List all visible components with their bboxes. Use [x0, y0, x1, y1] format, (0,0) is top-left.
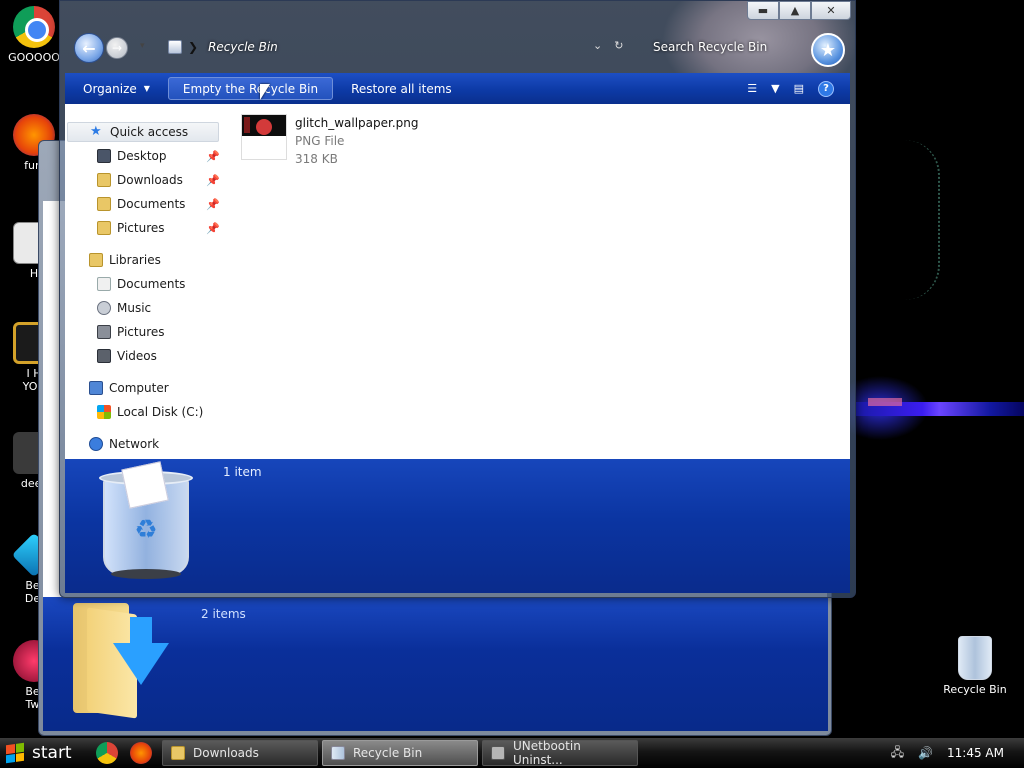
clock[interactable]: 11:45 AM	[947, 746, 1004, 760]
search-input[interactable]: Search Recycle Bin	[645, 35, 809, 59]
explorer-body: ★ Quick access Desktop 📌 Downloads 📌 Doc…	[65, 104, 850, 459]
network-icon	[89, 437, 103, 451]
nav-quick-pictures[interactable]: Pictures	[97, 218, 165, 238]
file-type: PNG File	[295, 134, 345, 148]
nav-library-music[interactable]: Music	[97, 298, 151, 318]
command-bar: Organize ▼ Empty the Recycle Bin Restore…	[65, 73, 850, 104]
glitch-artifact	[868, 398, 902, 406]
downloads-folder-icon	[73, 603, 169, 719]
wallpaper-silhouette	[870, 140, 940, 300]
recent-locations-chevron-icon[interactable]: ▾	[140, 41, 145, 51]
pictures-library-icon	[97, 325, 111, 339]
file-thumbnail	[241, 114, 287, 160]
recycle-bin-icon	[958, 636, 992, 680]
pin-icon[interactable]: 📌	[206, 174, 220, 187]
recycle-bin-window[interactable]: ▬ ▲ ✕ ← → ▾ ❯ Recycle Bin ⌄ ↻ Search Rec…	[59, 0, 856, 598]
recycle-bin-taskbar-icon	[331, 746, 345, 760]
pin-icon[interactable]: 📌	[206, 198, 220, 211]
nav-quick-documents[interactable]: Documents	[97, 194, 185, 214]
downloads-item-count: 2 items	[201, 607, 246, 621]
nav-quick-access[interactable]: ★ Quick access	[67, 122, 219, 142]
computer-icon	[89, 381, 103, 395]
help-icon[interactable]: ?	[818, 80, 834, 97]
nav-network[interactable]: Network	[89, 434, 159, 454]
desktop-icon-recycle-bin[interactable]: Recycle Bin	[940, 636, 1010, 696]
nav-library-videos[interactable]: Videos	[97, 346, 157, 366]
nav-libraries[interactable]: Libraries	[89, 250, 161, 270]
pictures-folder-icon	[97, 221, 111, 235]
downloads-details-pane: 2 items	[43, 597, 828, 731]
recycle-bin-small-icon	[168, 40, 182, 54]
nav-local-disk[interactable]: Local Disk (C:)	[97, 402, 203, 422]
documents-folder-icon	[97, 197, 111, 211]
nav-library-documents[interactable]: Documents	[97, 274, 185, 294]
nav-library-pictures[interactable]: Pictures	[97, 322, 165, 342]
folder-icon	[171, 746, 185, 760]
nav-computer[interactable]: Computer	[89, 378, 169, 398]
forward-arrow-icon: →	[111, 41, 123, 55]
restore-all-items-button[interactable]: Restore all items	[337, 77, 466, 100]
breadcrumb-recycle-bin[interactable]: Recycle Bin	[208, 40, 278, 54]
unetbootin-icon	[491, 746, 505, 760]
videos-icon	[97, 349, 111, 363]
desktop-icon-chrome[interactable]: GOOOOO	[4, 6, 64, 64]
firefox-taskbar-icon[interactable]	[130, 742, 152, 764]
caret-down-icon: ▼	[143, 84, 150, 93]
preview-pane-icon[interactable]: ▤	[794, 82, 804, 95]
task-recycle-bin[interactable]: Recycle Bin	[322, 740, 478, 766]
empty-recycle-bin-label: Empty the Recycle Bin	[182, 81, 319, 96]
mouse-pointer-icon	[260, 84, 270, 100]
view-options-caret-icon[interactable]: ▼	[771, 82, 779, 95]
libraries-icon	[89, 253, 103, 267]
file-meta: glitch_wallpaper.png PNG File 318 KB	[295, 114, 419, 168]
forward-button[interactable]: →	[106, 37, 128, 59]
pin-icon[interactable]: 📌	[206, 150, 220, 163]
music-icon	[97, 301, 111, 315]
file-size: 318 KB	[295, 152, 338, 166]
volume-icon[interactable]: 🔊	[918, 746, 933, 760]
windows-flag-icon	[6, 742, 24, 764]
back-button[interactable]: ←	[74, 33, 104, 63]
search-icon[interactable]: ★	[811, 33, 845, 67]
task-downloads[interactable]: Downloads	[162, 740, 318, 766]
view-controls: ☰ ▼ ▤ ?	[747, 80, 850, 97]
network-tray-icon[interactable]: 🖧	[891, 743, 904, 764]
organize-button[interactable]: Organize ▼	[69, 77, 164, 100]
address-controls: ⌄ ↻	[593, 39, 623, 52]
navigation-pane: ★ Quick access Desktop 📌 Downloads 📌 Doc…	[65, 104, 235, 459]
documents-library-icon	[97, 277, 111, 291]
start-button[interactable]: start	[0, 738, 90, 768]
downloads-folder-small-icon	[97, 173, 111, 187]
breadcrumb-chevron-icon[interactable]: ❯	[188, 40, 198, 54]
minimize-button[interactable]: ▬	[747, 1, 779, 20]
maximize-button[interactable]: ▲	[779, 1, 811, 20]
file-name: glitch_wallpaper.png	[295, 116, 419, 130]
details-pane: ♻ 1 item	[65, 459, 850, 593]
close-button[interactable]: ✕	[811, 1, 851, 20]
address-dropdown-chevron-icon[interactable]: ⌄	[593, 39, 602, 52]
local-disk-icon	[97, 405, 111, 419]
refresh-icon[interactable]: ↻	[614, 39, 623, 52]
caption-buttons: ▬ ▲ ✕	[747, 1, 851, 20]
empty-recycle-bin-button[interactable]: Empty the Recycle Bin	[167, 77, 334, 100]
pin-icon[interactable]: 📌	[206, 222, 220, 235]
desktop-icon	[97, 149, 111, 163]
restore-all-items-label: Restore all items	[351, 81, 452, 96]
taskbar: start Downloads Recycle Bin UNetbootin U…	[0, 738, 1024, 768]
nav-quick-downloads[interactable]: Downloads	[97, 170, 183, 190]
item-count: 1 item	[223, 465, 262, 479]
back-arrow-icon: ←	[82, 38, 96, 58]
task-unetbootin[interactable]: UNetbootin Uninst...	[482, 739, 638, 767]
nav-quick-desktop[interactable]: Desktop	[97, 146, 167, 166]
star-icon: ★	[90, 124, 102, 139]
organize-label: Organize	[83, 81, 137, 96]
chrome-icon	[13, 6, 55, 48]
file-item[interactable]: glitch_wallpaper.png PNG File 318 KB	[241, 114, 419, 168]
chrome-taskbar-icon[interactable]	[96, 742, 118, 764]
address-bar[interactable]: ❯ Recycle Bin	[160, 35, 620, 59]
system-tray: 🖧 🔊 11:45 AM	[891, 743, 1024, 764]
change-view-icon[interactable]: ☰	[747, 82, 757, 95]
recycle-bin-large-icon: ♻	[97, 461, 195, 585]
